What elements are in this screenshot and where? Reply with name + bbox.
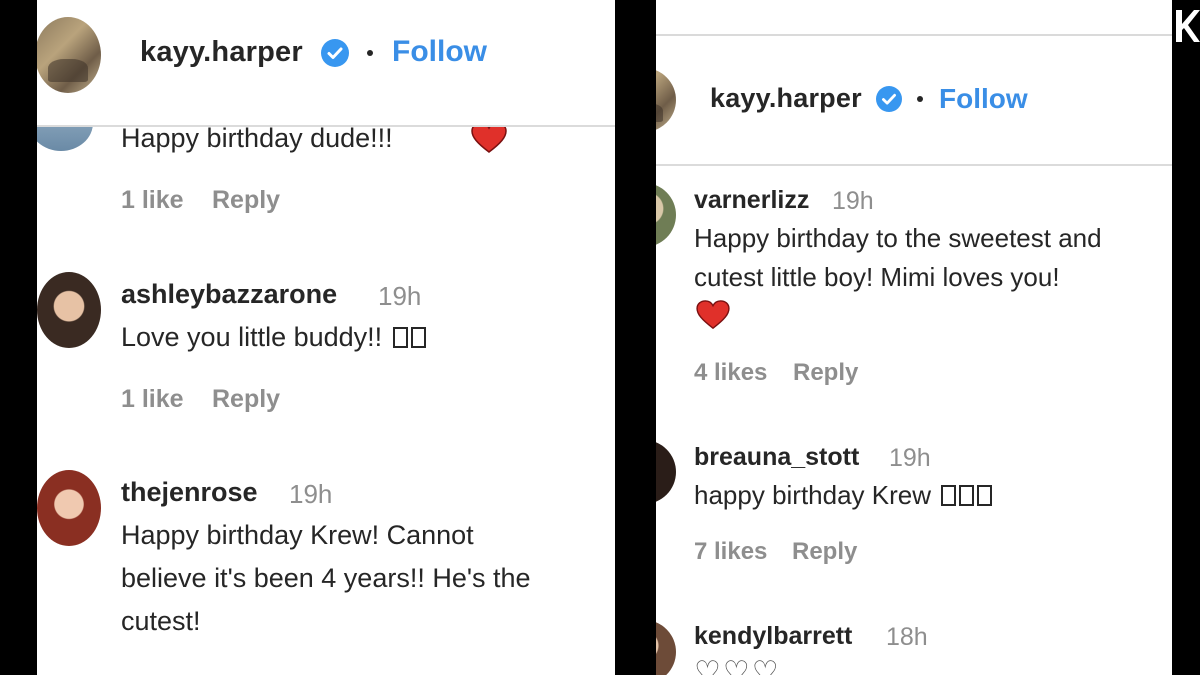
- like-count-clipped: ▬▬ ▬▬▬: [121, 663, 253, 675]
- comment-username[interactable]: ashleybazzarone: [121, 279, 337, 310]
- follow-button[interactable]: Follow: [939, 83, 1028, 115]
- red-heart-emoji-icon: [696, 300, 730, 330]
- like-count[interactable]: 7 likes: [694, 538, 767, 566]
- comment-timestamp: 19h: [378, 281, 422, 311]
- comment-text-content: happy birthday Krew: [694, 480, 932, 510]
- comment-timestamp: 18h: [886, 623, 928, 651]
- separator-dot: [367, 50, 373, 56]
- post-header: kayy.harper Follow: [37, 0, 615, 127]
- comment-text-line: cutest!: [121, 606, 201, 636]
- comment-timestamp: 19h: [289, 479, 333, 509]
- author-username[interactable]: kayy.harper: [140, 36, 303, 69]
- top-strip: [656, 0, 1172, 36]
- comment-text: Love you little buddy!!: [121, 316, 426, 358]
- comment-text-line: believe it's been 4 years!! He's the: [121, 563, 531, 593]
- comment-timestamp: 19h: [889, 444, 931, 472]
- commenter-avatar[interactable]: [37, 470, 101, 546]
- reply-button[interactable]: Reply: [212, 186, 280, 215]
- missing-emoji-glyph: [941, 485, 957, 506]
- commenter-avatar[interactable]: [656, 620, 676, 675]
- right-comments-panel: kayy.harper Follow varnerlizz 19h Happy …: [656, 0, 1172, 675]
- like-count[interactable]: 1 like: [121, 186, 184, 215]
- comment-text-line: Happy birthday to the sweetest and: [694, 223, 1102, 253]
- verified-badge-icon: [876, 86, 902, 112]
- author-avatar[interactable]: [37, 17, 101, 93]
- commenter-avatar[interactable]: [37, 272, 101, 348]
- separator-dot: [917, 96, 923, 102]
- reply-button[interactable]: Reply: [212, 385, 280, 414]
- comment-text-line: Happy birthday Krew! Cannot: [121, 520, 474, 550]
- missing-emoji-glyph: [410, 327, 426, 348]
- like-count[interactable]: 1 like: [121, 385, 184, 414]
- author-avatar[interactable]: [656, 68, 676, 132]
- missing-emoji-glyph: [977, 485, 993, 506]
- comment-username[interactable]: kendylbarrett: [694, 622, 852, 651]
- outline-heart-emoji-icon: ♡♡♡: [694, 656, 781, 675]
- like-count[interactable]: 4 likes: [694, 359, 767, 387]
- reply-button[interactable]: Reply: [792, 538, 857, 566]
- commenter-avatar[interactable]: [656, 440, 676, 504]
- comment-timestamp: 19h: [832, 187, 874, 215]
- missing-emoji-glyph: [959, 485, 975, 506]
- commenter-avatar[interactable]: [656, 183, 676, 247]
- author-username[interactable]: kayy.harper: [710, 83, 862, 114]
- comment-username[interactable]: varnerlizz: [694, 186, 809, 215]
- comment-text-content: Love you little buddy!!: [121, 322, 383, 352]
- comment-username[interactable]: breauna_stott: [694, 443, 859, 472]
- watermark-k-icon: [1176, 10, 1200, 42]
- comment-text: happy birthday Krew: [694, 475, 993, 515]
- comment-text-line: cutest little boy! Mimi loves you!: [694, 262, 1060, 292]
- post-header: kayy.harper Follow: [656, 36, 1172, 166]
- comment-username[interactable]: thejenrose: [121, 477, 258, 508]
- missing-emoji-glyph: [392, 327, 408, 348]
- follow-button[interactable]: Follow: [392, 35, 487, 69]
- reply-button[interactable]: Reply: [793, 359, 858, 387]
- verified-badge-icon: [321, 39, 349, 67]
- left-comments-panel: Happy birthday dude!!! 1 like Reply ashl…: [37, 0, 615, 675]
